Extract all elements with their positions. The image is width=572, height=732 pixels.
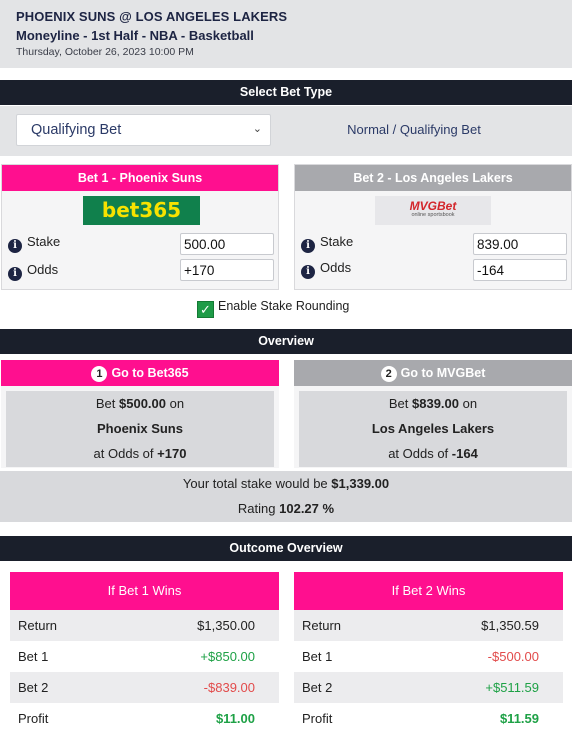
outcome-bet1-table: If Bet 1 Wins Return $1,350.00 Bet 1 +$850…: [10, 572, 279, 732]
outcome-bet2-table: If Bet 2 Wins Return $1,350.59 Bet 1 -$500…: [294, 572, 563, 732]
bet1-title: Bet 1 - Phoenix Suns: [2, 165, 278, 191]
bet1-odds: +170: [157, 446, 187, 461]
rating-value: 102.27 %: [279, 501, 335, 516]
table-row: Bet 1 +$850.00: [18, 649, 255, 664]
bet-type-description: Normal / Qualifying Bet: [347, 122, 481, 137]
bet2-stake-input[interactable]: 839.00: [473, 233, 567, 255]
overview-heading: Overview: [0, 329, 572, 354]
stake-rounding-label: Enable Stake Rounding: [218, 299, 350, 313]
table-row: Profit $11.59: [302, 711, 539, 726]
bet2-team: Los Angeles Lakers: [371, 421, 495, 436]
bet2-odds-input[interactable]: -164: [473, 259, 567, 281]
chevron-down-icon: ⌄: [252, 123, 262, 135]
table-row: Profit $11.00: [18, 711, 255, 726]
bet1-stake-input[interactable]: 500.00: [180, 233, 274, 255]
bet2-title: Bet 2 - Los Angeles Lakers: [295, 165, 571, 191]
stake-rounding-toggle[interactable]: ✓ Enable Stake Rounding: [197, 299, 349, 318]
matchup-title: PHOENIX SUNS @ LOS ANGELES LAKERS: [16, 9, 288, 24]
table-row: Return $1,350.59: [294, 610, 563, 641]
table-row: Bet 2 +$511.59: [294, 672, 563, 703]
bet-type-selected-value: Qualifying Bet: [31, 122, 122, 138]
stake-summary: Your total stake would be $1,339.00 Rati…: [0, 471, 572, 522]
bet2-odds: -164: [451, 446, 478, 461]
info-icon[interactable]: i: [8, 239, 22, 253]
table-row: Bet 1 -$500.00: [302, 649, 539, 664]
total-stake: $1,339.00: [331, 476, 390, 491]
bet-type-select[interactable]: Qualifying Bet ⌄: [16, 114, 271, 146]
bet2-stake-label: i Stake: [301, 234, 353, 253]
info-icon[interactable]: i: [301, 239, 315, 253]
bet2-odds-label: i Odds: [301, 260, 351, 279]
go-bet2-panel: 2 Go to MVGBet Bet $839.00 on Los Angeles…: [294, 360, 572, 468]
outcome-bet1-head: If Bet 1 Wins: [10, 572, 279, 610]
table-row: Bet 2 -$839.00: [10, 672, 279, 703]
bet1-odds-input[interactable]: +170: [180, 259, 274, 281]
bet1-stake-label: i Stake: [8, 234, 60, 253]
bet1-panel: Bet 1 - Phoenix Suns bet365 i Stake 500.0…: [1, 164, 279, 290]
go-bet2-summary: Bet $839.00 on Los Angeles Lakers at Odd…: [299, 391, 567, 467]
step-number-icon: 1: [91, 366, 108, 382]
go-bet1-summary: Bet $500.00 on Phoenix Suns at Odds of +…: [6, 391, 274, 467]
bet365-logo: bet365: [83, 196, 200, 225]
bet1-amount: $500.00: [119, 396, 167, 411]
event-header: PHOENIX SUNS @ LOS ANGELES LAKERS Moneyl…: [0, 0, 572, 68]
info-icon[interactable]: i: [8, 267, 22, 281]
go-bet1-panel: 1 Go to Bet365 Bet $500.00 on Phoenix Sun…: [1, 360, 279, 468]
market-subtitle: Moneyline - 1st Half - NBA - Basketball: [16, 28, 254, 43]
mvgbet-logo: MVGBet online sportsbook: [375, 196, 491, 225]
outcome-bet2-head: If Bet 2 Wins: [294, 572, 563, 610]
bet1-odds-label: i Odds: [8, 262, 58, 281]
bet1-team: Phoenix Suns: [97, 421, 183, 436]
info-icon[interactable]: i: [301, 265, 315, 279]
table-row: Return $1,350.00: [10, 610, 279, 641]
go-to-mvgbet-button[interactable]: 2 Go to MVGBet: [294, 360, 572, 386]
bet-type-heading: Select Bet Type: [0, 80, 572, 105]
outcome-heading: Outcome Overview: [0, 536, 572, 561]
step-number-icon: 2: [380, 366, 397, 382]
checkmark-icon[interactable]: ✓: [197, 301, 214, 318]
bet2-amount: $839.00: [412, 396, 460, 411]
bet2-panel: Bet 2 - Los Angeles Lakers MVGBet online…: [294, 164, 572, 290]
go-to-bet365-button[interactable]: 1 Go to Bet365: [1, 360, 279, 386]
event-datetime: Thursday, October 26, 2023 10:00 PM: [16, 46, 194, 58]
